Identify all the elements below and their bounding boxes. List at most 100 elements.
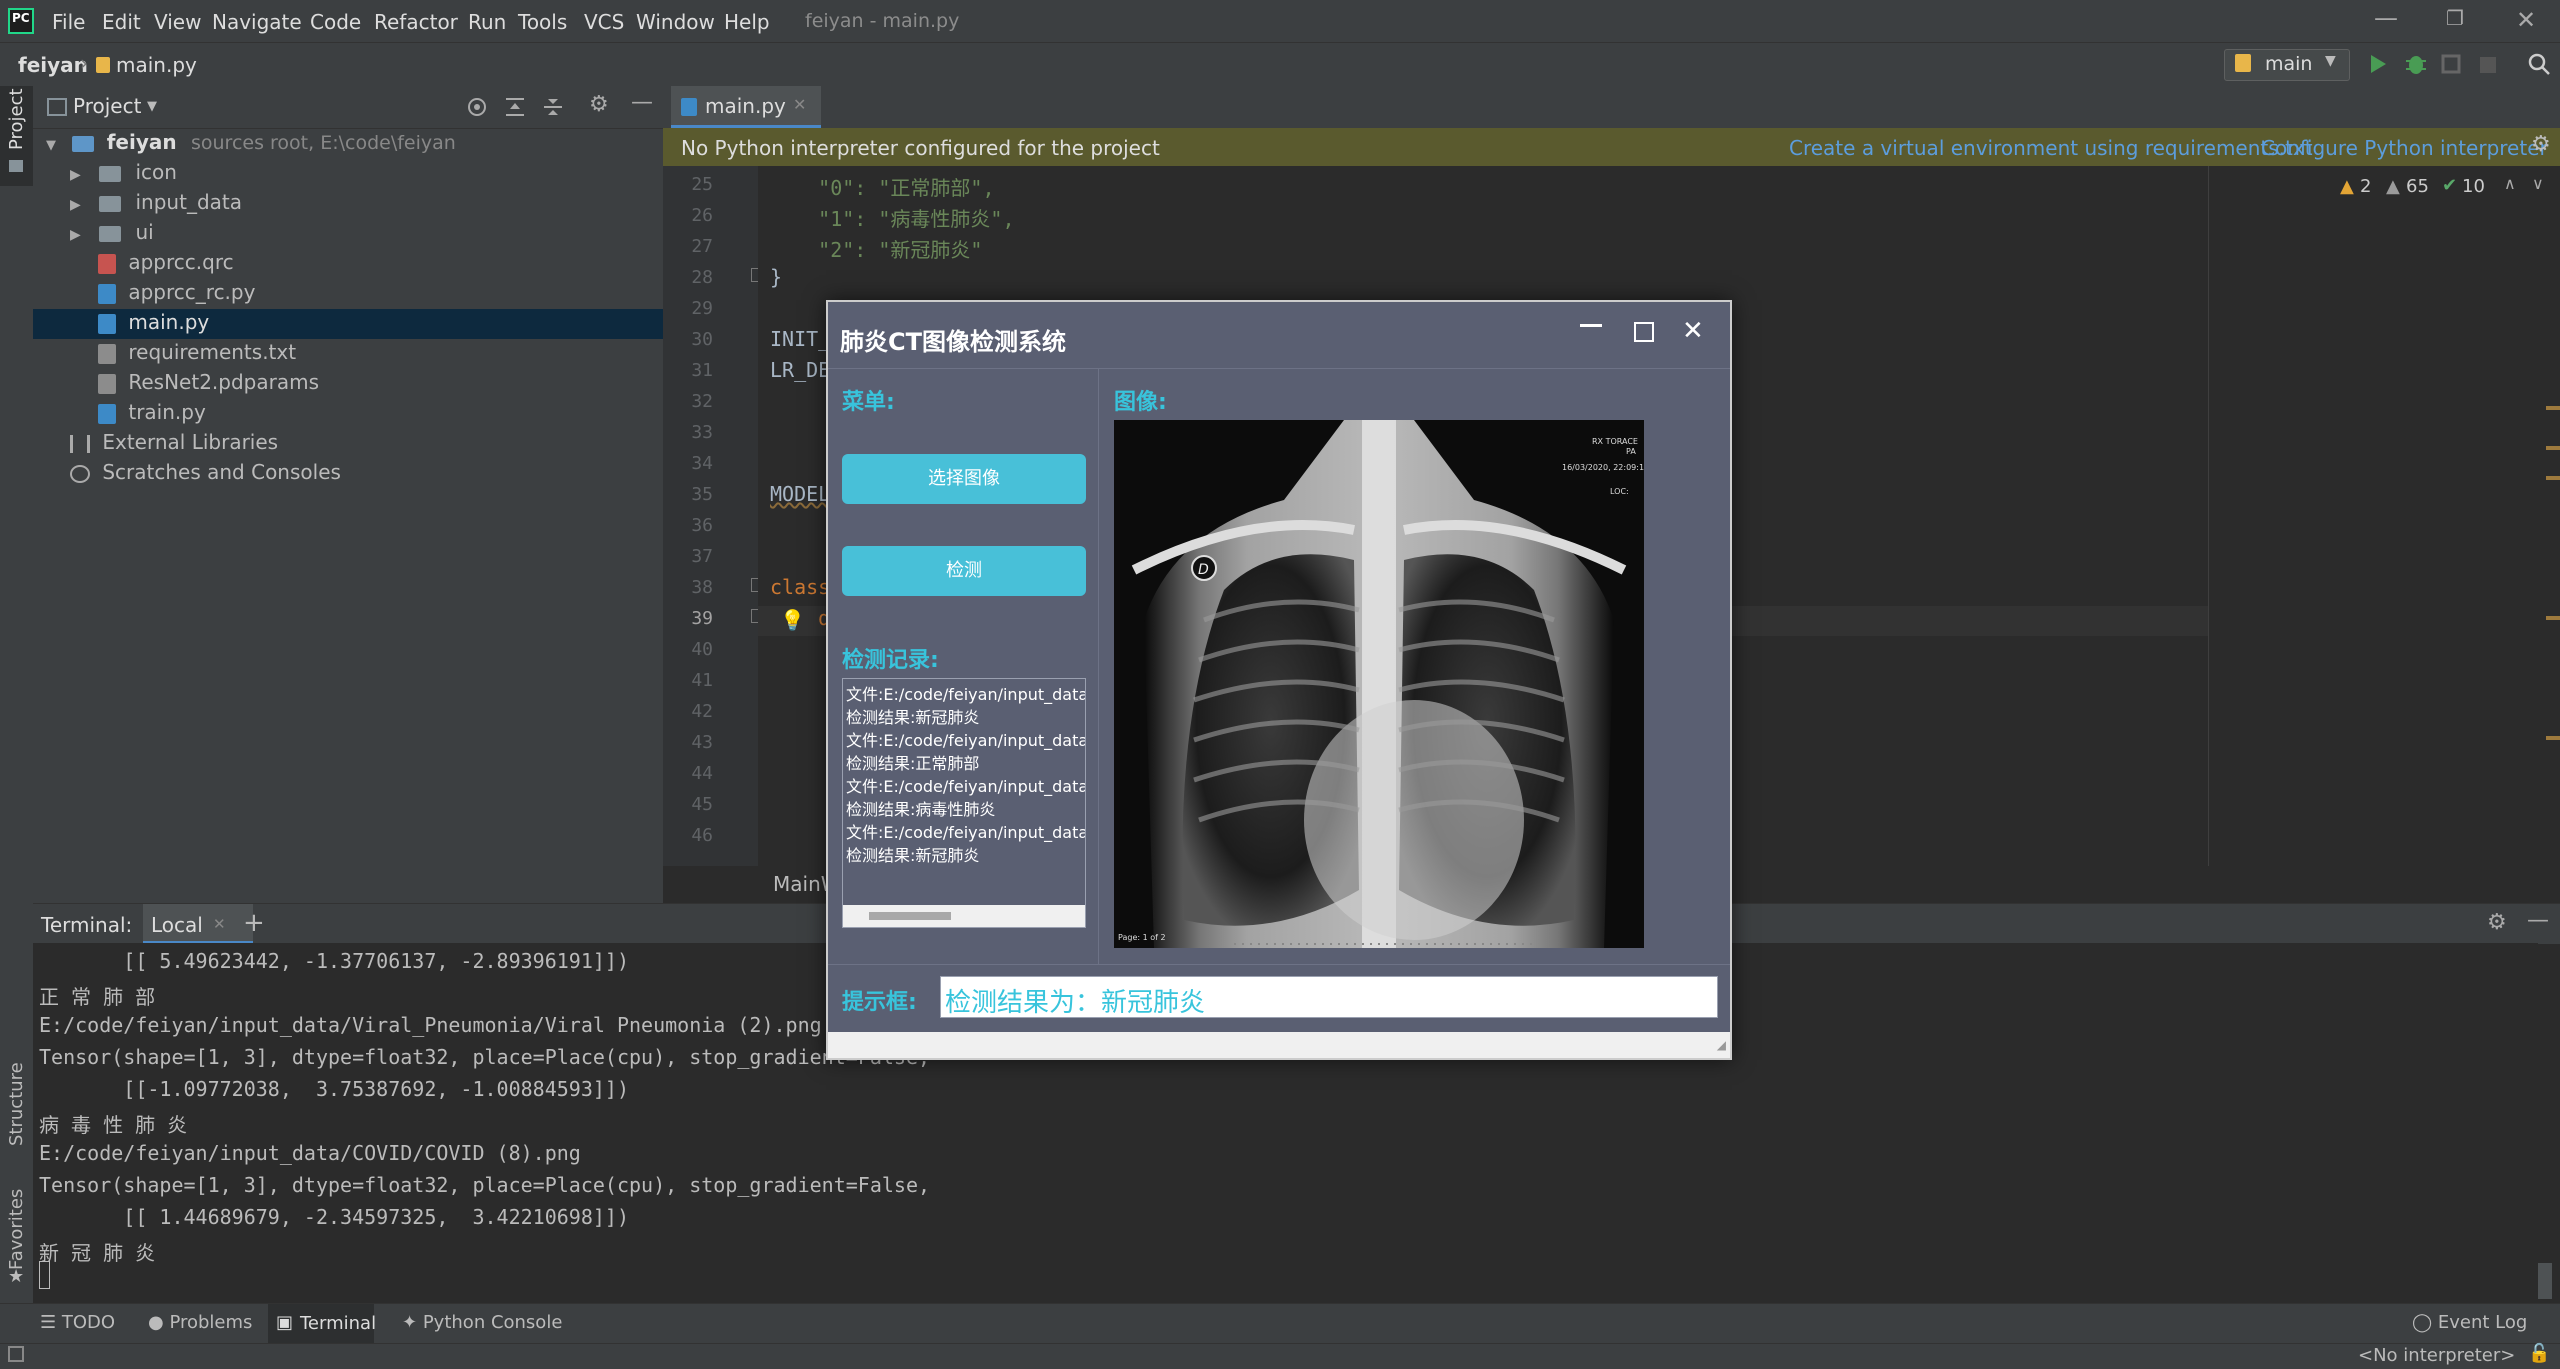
menu-run[interactable]: Run [468,10,506,34]
todo-tool-button[interactable]: ☰ TODO [40,1312,115,1333]
gear-icon[interactable]: ⚙ [2531,132,2551,157]
menu-navigate[interactable]: Navigate [212,10,302,34]
detection-records-list[interactable]: 文件:E:/code/feiyan/input_data/ 检测结果:新冠肺炎 … [842,678,1086,928]
dialog-maximize-icon[interactable] [1634,322,1654,342]
records-horizontal-scrollbar[interactable] [843,905,1085,927]
close-tab-icon[interactable]: ✕ [793,95,806,114]
event-log-button[interactable]: ◯ Event Log [2412,1312,2527,1333]
search-icon[interactable] [2526,51,2552,77]
locate-file-icon[interactable] [465,95,489,119]
debug-icon[interactable] [2404,51,2428,77]
tree-item-ui[interactable]: ▶ ui [70,220,154,244]
scratches-icon [70,464,90,483]
terminal-line: 正 常 肺 部 [39,985,156,1009]
favorites-tool-tab[interactable]: Favorites [6,1189,27,1270]
previous-highlight-icon[interactable]: ∧ [2504,174,2516,193]
right-margin-guide [2208,166,2209,866]
tree-item-apprcc-qrc[interactable]: apprcc.qrc [98,250,234,274]
run-config-select[interactable]: main ▼ [2224,49,2350,81]
terminal-scrollbar[interactable] [2538,1263,2552,1299]
event-log-icon: ◯ [2412,1312,2433,1333]
menu-tools[interactable]: Tools [518,10,567,34]
dialog-titlebar[interactable]: 肺炎CT图像检测系统 ✕ [828,302,1730,369]
menu-help[interactable]: Help [724,10,770,34]
create-venv-link[interactable]: Create a virtual environment using requi… [1789,136,2313,160]
xray-image: D RX TORACE PA 16/03/2020, 22:09:17 LOC:… [1114,420,1644,948]
tree-item-scratches[interactable]: Scratches and Consoles [70,460,341,484]
tree-item-label: icon [135,160,177,184]
tab-label: main.py [705,94,786,118]
problems-tool-button[interactable]: ● Problems [148,1312,252,1333]
project-tool-label: Project [6,88,27,150]
dialog-close-icon[interactable]: ✕ [1682,316,1704,346]
restore-icon[interactable]: ❐ [2446,6,2464,30]
menu-window[interactable]: Window [636,10,715,34]
next-highlight-icon[interactable]: ∨ [2532,174,2544,193]
resize-grip-icon[interactable]: ◢ [1717,1038,1726,1052]
menu-vcs[interactable]: VCS [584,10,624,34]
tree-item-requirements-txt[interactable]: requirements.txt [98,340,296,364]
coverage-icon[interactable] [2440,53,2464,75]
tree-item-icon[interactable]: ▶ icon [70,160,177,184]
menu-refactor[interactable]: Refactor [374,10,458,34]
menu-view[interactable]: View [154,10,201,34]
warnings-count: 2 [2360,176,2372,197]
typos-count: 10 [2462,176,2485,197]
gear-icon[interactable]: ⚙ [2487,910,2507,935]
close-icon[interactable]: ✕ [2516,6,2536,34]
project-tool-tab[interactable]: Project [0,86,33,186]
collapse-all-icon[interactable] [541,95,565,119]
close-tab-icon[interactable]: ✕ [213,915,226,933]
add-terminal-icon[interactable]: + [243,908,265,938]
tree-root[interactable]: ▼ feiyan sources root, E:\code\feiyan [46,130,456,154]
select-image-button[interactable]: 选择图像 [842,454,1086,504]
tree-item-input-data[interactable]: ▶ input_data [70,190,242,214]
run-icon[interactable] [2368,53,2388,75]
gear-icon[interactable]: ⚙ [589,92,609,117]
stop-icon[interactable] [2478,55,2498,75]
menu-file[interactable]: File [52,10,85,34]
tree-item-resnet2-pdparams[interactable]: ResNet2.pdparams [98,370,319,394]
python-console-tool-button[interactable]: ✦ Python Console [402,1312,562,1333]
dialog-minimize-icon[interactable] [1580,324,1602,327]
menu-section-label: 菜单: [842,390,895,415]
minimize-icon[interactable]: — [2374,4,2398,32]
menu-edit[interactable]: Edit [102,10,141,34]
tab-main-py[interactable]: main.py ✕ [671,86,821,128]
menu-code[interactable]: Code [310,10,361,34]
hide-panel-icon[interactable]: — [2527,908,2549,933]
terminal-tool-button[interactable]: ▣ Terminal [268,1304,376,1344]
tree-item-train-py[interactable]: train.py [98,400,206,424]
breadcrumb-separator-icon: › [80,51,88,75]
tree-item-label: External Libraries [102,430,279,454]
tree-item-external-libraries[interactable]: External Libraries [70,430,278,454]
breadcrumb-file[interactable]: main.py [116,53,197,77]
weak-warning-icon[interactable]: ▲ [2386,176,2400,197]
folder-icon [99,165,122,182]
terminal-tab-local[interactable]: Local ✕ [143,904,253,944]
terminal-line: 病 毒 性 肺 炎 [39,1113,188,1137]
interpreter-banner: No Python interpreter configured for the… [663,128,2560,166]
editor-scrollbar[interactable] [2546,236,2560,866]
project-panel-title[interactable]: Project [73,94,141,118]
warning-icon[interactable]: ▲ [2340,176,2354,197]
detect-button[interactable]: 检测 [842,546,1086,596]
expand-all-icon[interactable] [503,95,527,119]
code-line-35: MODEL [770,482,831,506]
scrollbar-thumb[interactable] [869,912,951,920]
line-number: 28 [691,267,713,288]
lock-icon[interactable]: 🔓 [2528,1343,2550,1364]
toggle-tool-windows-icon[interactable] [8,1346,24,1362]
chevron-down-icon[interactable]: ▼ [147,99,157,114]
hide-panel-icon[interactable]: — [631,90,653,115]
prompt-output-field[interactable]: 检测结果为：新冠肺炎 [940,976,1718,1018]
configure-interpreter-link[interactable]: Configure Python interpreter [2261,136,2548,160]
interpreter-status[interactable]: <No interpreter> [2358,1345,2515,1366]
tree-item-main-py[interactable]: main.py [98,310,209,334]
xray-label-top2: PA [1626,447,1636,456]
breadcrumb-project[interactable]: feiyan [18,53,88,77]
typo-check-icon[interactable]: ✔ [2442,175,2457,196]
tree-item-apprcc-rc-py[interactable]: apprcc_rc.py [98,280,255,304]
structure-tool-tab[interactable]: Structure [6,1062,27,1146]
line-number: 25 [691,174,713,195]
